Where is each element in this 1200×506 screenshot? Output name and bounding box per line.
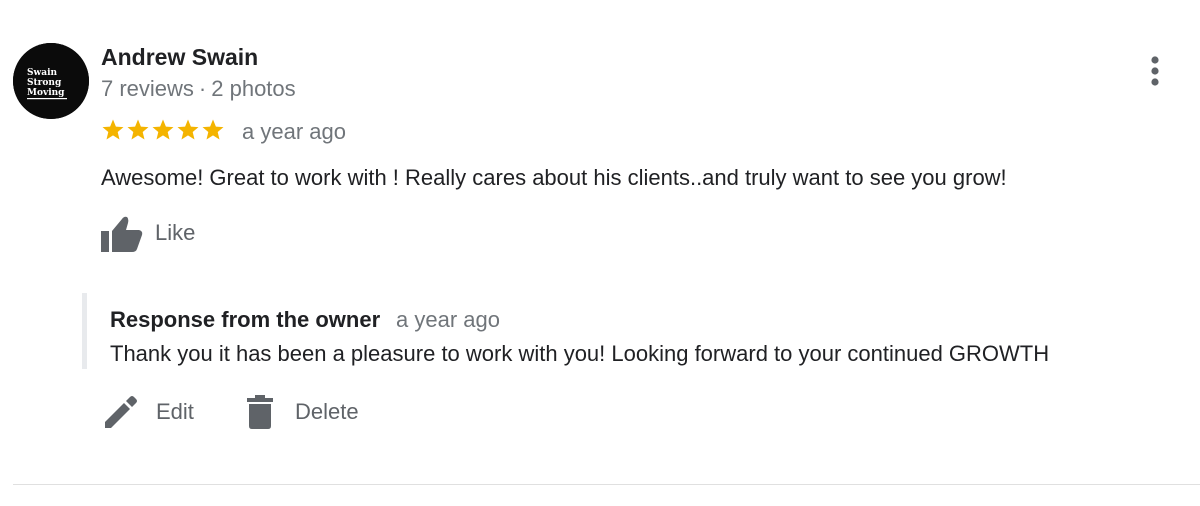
delete-button[interactable]: Delete (246, 391, 359, 433)
like-button[interactable]: Like (101, 210, 195, 256)
photos-count: 2 photos (211, 76, 296, 101)
edit-label: Edit (156, 399, 194, 424)
reviewer-meta[interactable]: 7 reviews · 2 photos (101, 76, 296, 102)
response-time: a year ago (396, 307, 500, 332)
thumb-up-icon (101, 216, 143, 252)
review-card: Swain Strong Moving Andrew Swain 7 revie… (0, 0, 1200, 506)
response-text: Thank you it has been a pleasure to work… (110, 341, 1050, 366)
meta-separator: · (198, 76, 207, 101)
like-label: Like (155, 220, 196, 245)
review-divider (13, 484, 1200, 485)
review-text: Awesome! Great to work with ! Really car… (101, 165, 1007, 190)
review-time: a year ago (242, 119, 346, 144)
star-icon (202, 119, 224, 140)
owner-response: Response from the owner a year ago Thank… (82, 293, 1187, 369)
pencil-icon (105, 396, 137, 428)
star-rating (101, 118, 225, 144)
response-title: Response from the owner (110, 307, 381, 332)
brand-logo: Swain Strong Moving (13, 43, 89, 119)
avatar-logo-line-1: Swain (27, 68, 57, 78)
more-vert-icon (1151, 56, 1159, 86)
more-options-button[interactable] (1138, 52, 1172, 90)
reviewer-name[interactable]: Andrew Swain (101, 44, 258, 71)
trash-icon (247, 395, 273, 429)
star-icon (152, 119, 174, 140)
edit-button[interactable]: Edit (103, 391, 194, 433)
avatar-logo-line-3: Moving (27, 88, 65, 98)
star-icon (102, 119, 124, 140)
delete-label: Delete (295, 399, 359, 424)
avatar-logo-line-2: Strong (27, 78, 62, 88)
star-icon (127, 119, 149, 140)
reviews-count: 7 reviews (101, 76, 194, 101)
avatar[interactable]: Swain Strong Moving (13, 43, 89, 119)
star-icon (177, 119, 199, 140)
